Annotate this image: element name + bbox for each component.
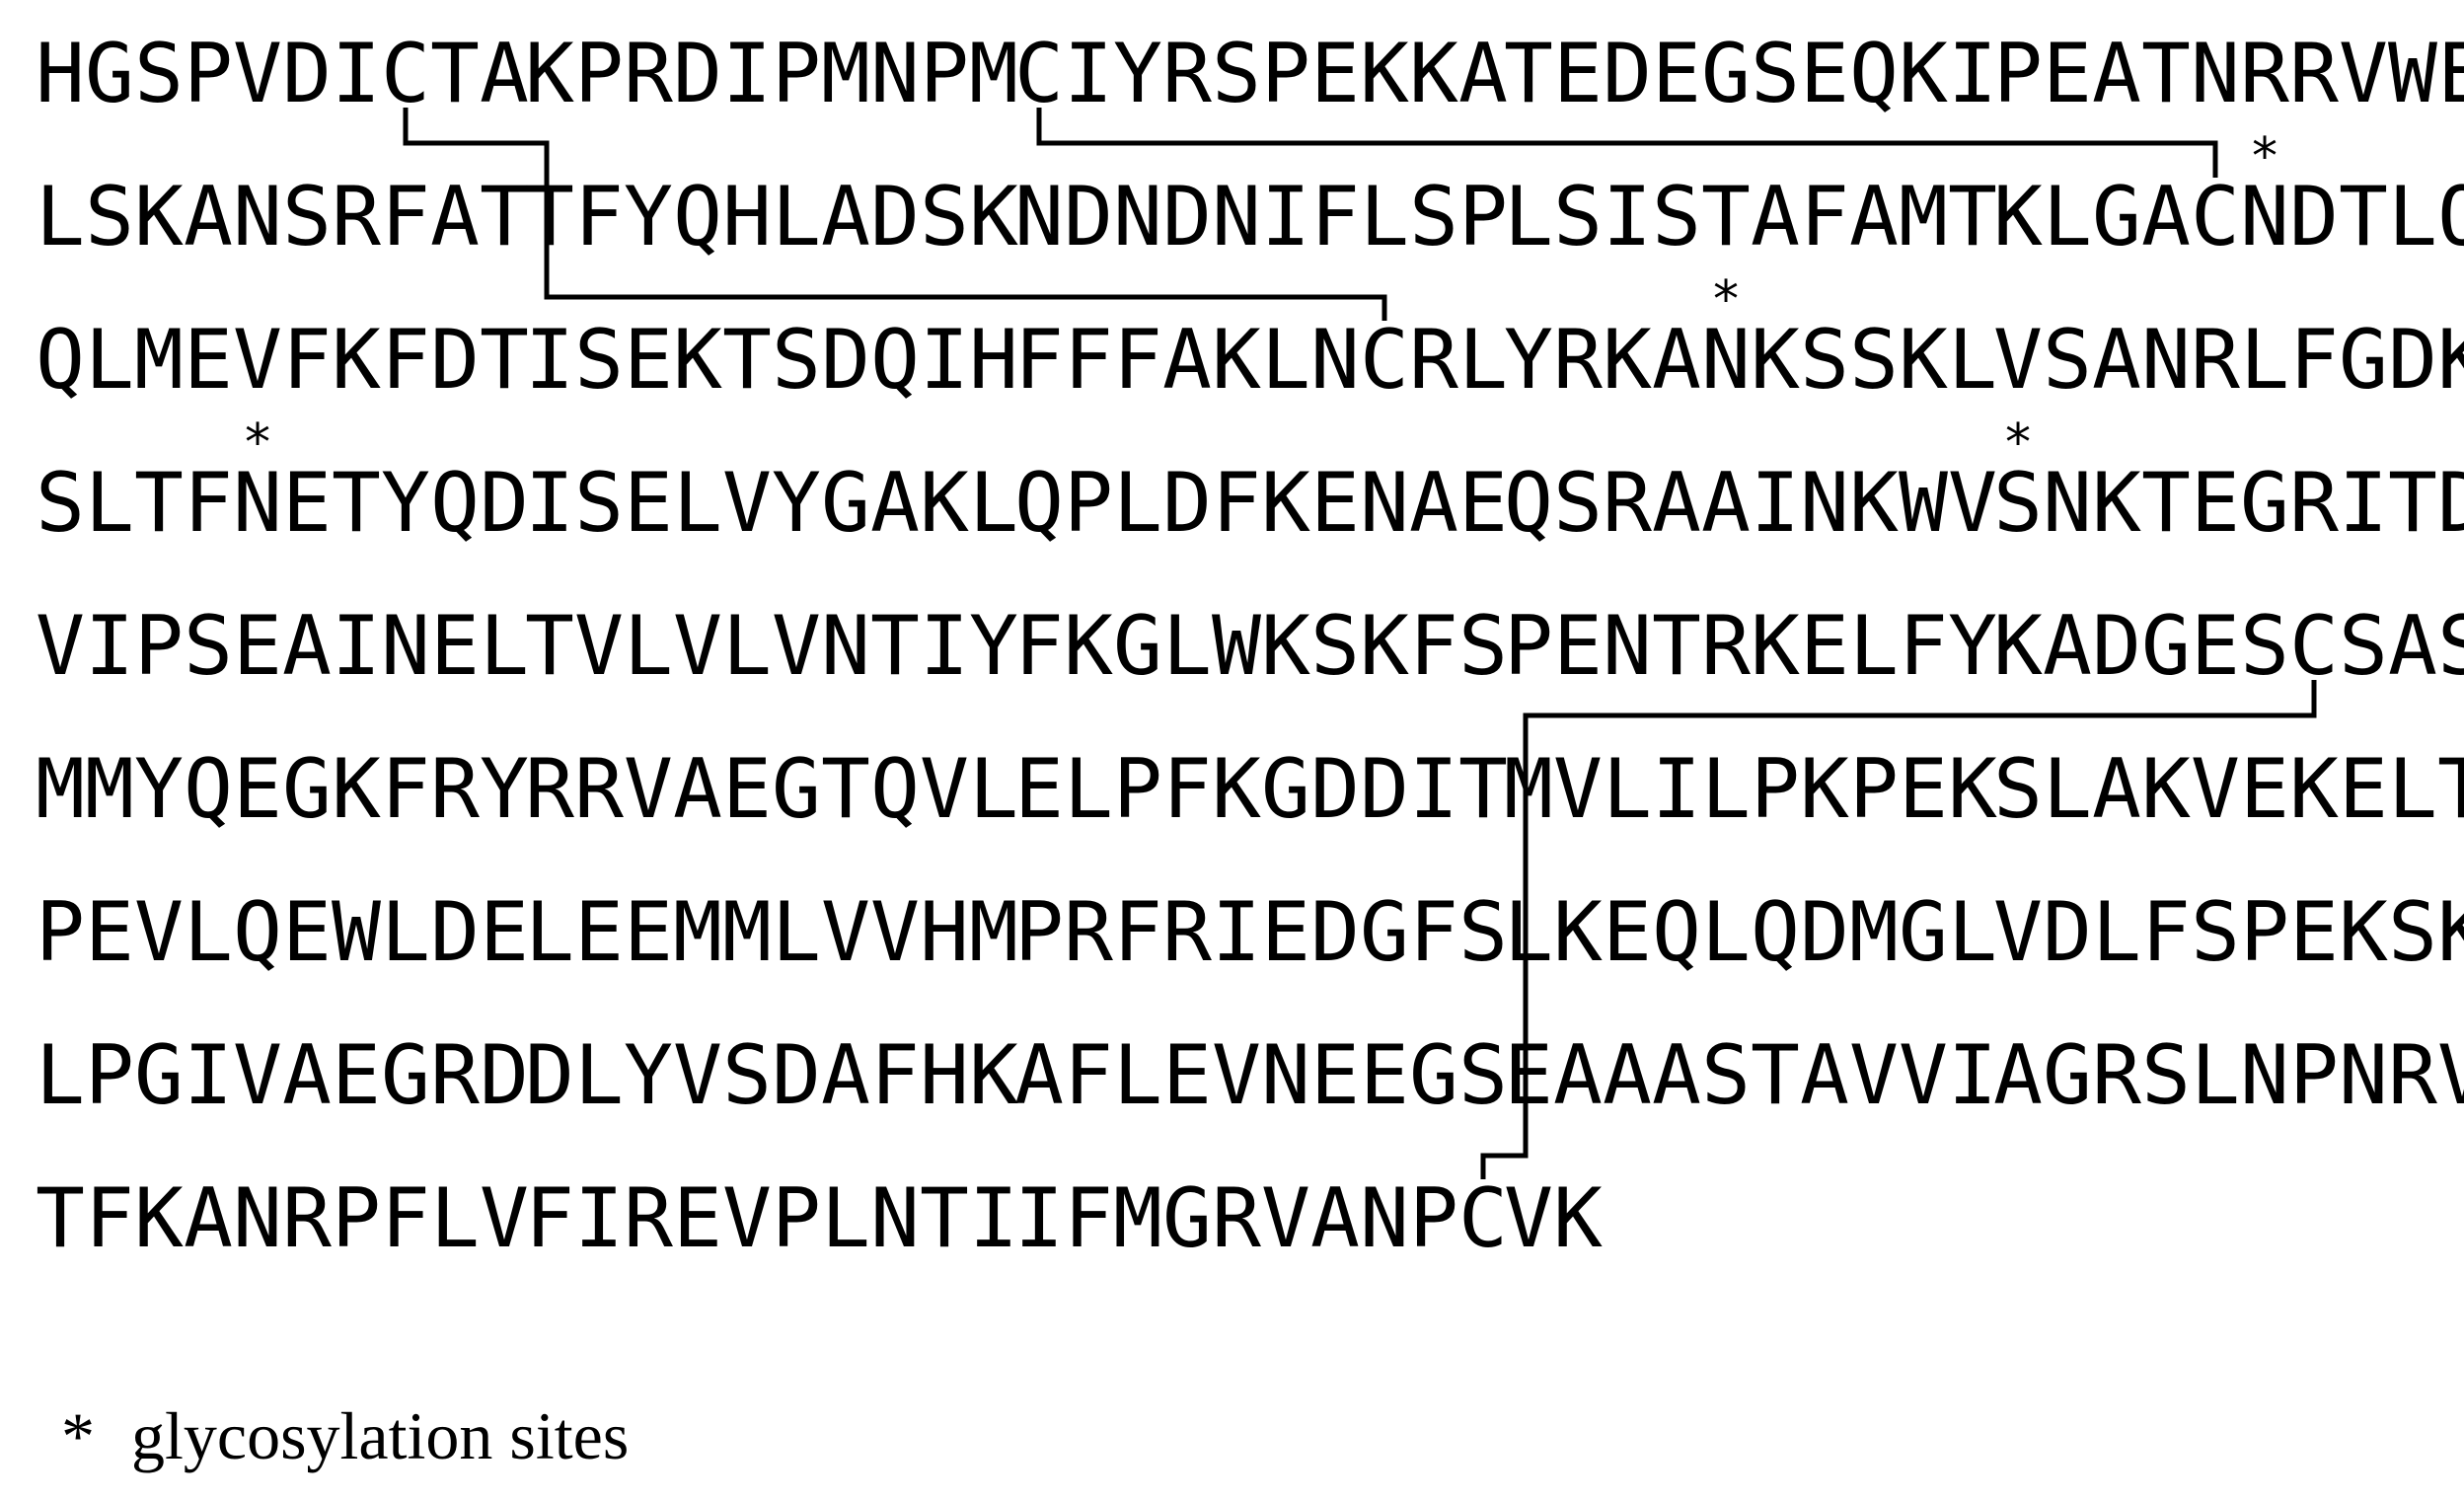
sequence-block: VSANRLFGDK [1993, 312, 2464, 408]
sequence-block: SLAKVEKELT [1993, 741, 2464, 837]
sequence-line: PEVLQEWLDELEEMMLVVHMPRFRIEDGFSLKEQLQDMGL… [36, 884, 2464, 980]
sequence-block: LEEMMLVVHM [525, 884, 1018, 980]
sequence-block: VIPSEAINEL [36, 598, 529, 694]
sequence-line: MMYQEGKFRYRRVAEGTQVLELPFKGDDITMVLILPKPEK… [36, 741, 2464, 837]
sequence-line: HGSPVDICTAKPRDIPMNPMCIYRSPEKKATEDEGSEQKI… [36, 26, 2464, 121]
sequence-block: KLGACNDTLQ [1993, 169, 2464, 264]
sequence-block: ISELVYGAKL [525, 455, 1018, 551]
sequence-line: LSKANSRFATTFYQHLADSKNDNDNIFLSPLSISTAFAMT… [36, 169, 2464, 264]
sequence-line: SLTFNETYQDISELVYGAKLQPLDFKENAEQSRAAINKWV… [36, 455, 2464, 551]
sequence-block: YRKANKSSKL [1504, 312, 1997, 408]
sequence-block: SLTFNETYQD [36, 455, 529, 551]
sequence-block: TEDEGSEQKI [1504, 26, 1997, 121]
sequence-block: QPLDFKENAE [1014, 455, 1508, 551]
sequence-block: VK [1504, 1170, 1603, 1266]
sequence-block: EAAASTAVVI [1504, 1027, 1997, 1123]
sequence-diagram: *** * HGSPVDICTAKPRDIPMNPMCIYRSPEKKATEDEG… [36, 26, 2464, 1473]
legend-text: glycosylation sites [131, 1398, 629, 1473]
sequence-block: LSKANSRFAT [36, 169, 529, 264]
sequence-block: PENTRKELFY [1504, 598, 1997, 694]
sequence-block: LKEQLQDMGL [1504, 884, 1997, 980]
sequence-block: QSRAAINKWV [1504, 455, 1997, 551]
sequence-block: AGRSLNPNRV [1993, 1027, 2464, 1123]
sequence-text-layer: HGSPVDICTAKPRDIPMNPMCIYRSPEKKATEDEGSEQKI… [36, 26, 2464, 1266]
sequence-block: PRFRIEDGFS [1014, 884, 1508, 980]
sequence-block: TFKANRPFLV [36, 1170, 529, 1266]
sequence-block: PEATNRRVWE [1993, 26, 2464, 121]
sequence-block: LSISTAFAMT [1504, 169, 1997, 264]
sequence-block: LPGIVAEGRD [36, 1027, 529, 1123]
legend-marker: * [61, 1398, 95, 1473]
sequence-block: MMYQEGKFRY [36, 741, 529, 837]
sequence-block: KADGESCSAS [1993, 598, 2464, 694]
sequence-block: VDLFSPEKSK [1993, 884, 2464, 980]
sequence-block: AFLEVNEEGS [1014, 1027, 1508, 1123]
sequence-block: TVLVLVNTIY [525, 598, 1018, 694]
sequence-block: KPRDIPMNPM [525, 26, 1018, 121]
sequence-block: RRVAEGTQVL [525, 741, 1018, 837]
sequence-block: FFFAKLNCRL [1014, 312, 1508, 408]
sequence-block: ELPFKGDDIT [1014, 741, 1508, 837]
sequence-block: CIYRSPEKKA [1014, 26, 1508, 121]
sequence-block: QLMEVFKFDT [36, 312, 529, 408]
sequence-block: FIREVPLNTI [525, 1170, 1018, 1266]
sequence-block: FKGLWKSKFS [1014, 598, 1508, 694]
sequence-line: VIPSEAINELTVLVLVNTIYFKGLWKSKFSPENTRKELFY… [36, 598, 2464, 694]
sequence-block: TFYQHLADSK [525, 169, 1018, 264]
sequence-block: IFMGRVANPC [1014, 1170, 1508, 1266]
sequence-line: LPGIVAEGRDDLYVSDAFHKAFLEVNEEGSEAAASTAVVI… [36, 1027, 2464, 1123]
sequence-block: SNKTEGRITD [1993, 455, 2464, 551]
sequence-line: TFKANRPFLVFIREVPLNTIIFMGRVANPCVK [36, 1170, 1603, 1266]
sequence-block: MVLILPKPEK [1504, 741, 1997, 837]
legend: * glycosylation sites [61, 1398, 629, 1473]
sequence-block: PEVLQEWLDE [36, 884, 529, 980]
sequence-block: NDNDNIFLSP [1014, 169, 1508, 264]
sequence-line: QLMEVFKFDTISEKTSDQIHFFFAKLNCRLYRKANKSSKL… [36, 312, 2464, 408]
sequence-block: DLYVSDAFHK [525, 1027, 1018, 1123]
sequence-block: HGSPVDICTA [36, 26, 529, 121]
sequence-block: ISEKTSDQIH [525, 312, 1018, 408]
